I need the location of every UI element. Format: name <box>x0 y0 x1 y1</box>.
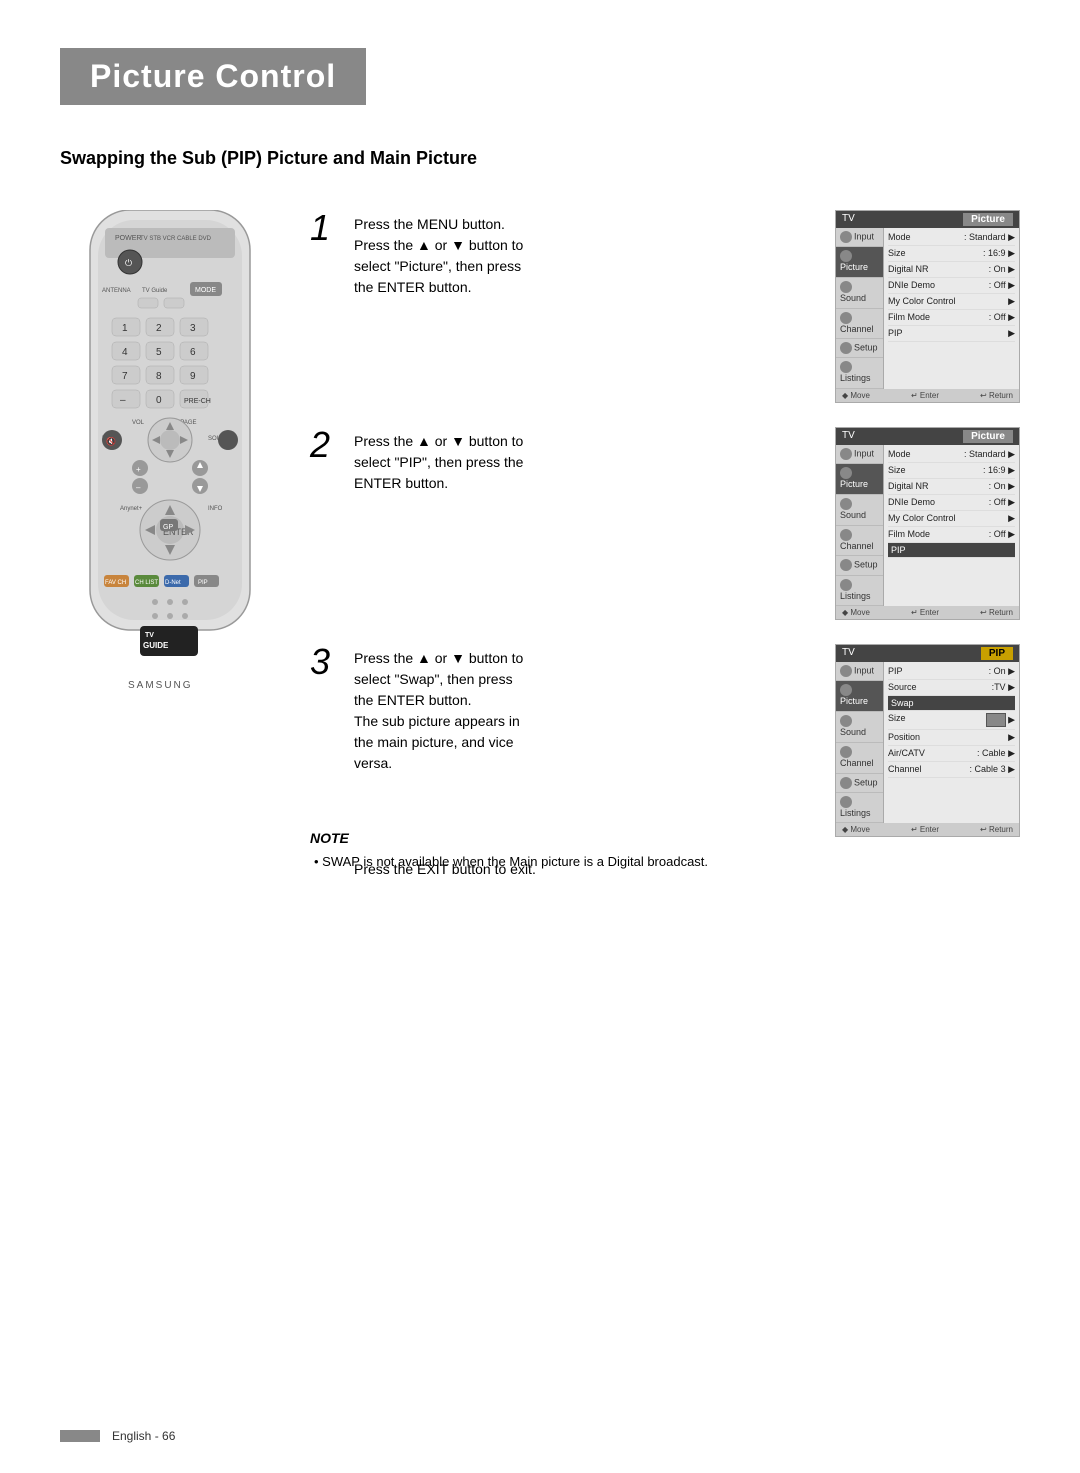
sidebar-setup-3: Setup <box>836 774 883 793</box>
tv-footer-2: ◆ Move↵ Enter↩ Return <box>836 606 1019 619</box>
subtitle: Swapping the Sub (PIP) Picture and Main … <box>60 148 477 169</box>
step-3: 3 Press the ▲ or ▼ button to select "Swa… <box>310 644 1020 837</box>
tv-label-3: TV <box>842 647 855 660</box>
svg-text:VOL: VOL <box>132 420 145 426</box>
page-header: Picture Control <box>60 48 1020 105</box>
svg-text:7: 7 <box>122 371 128 382</box>
sidebar-input-3: Input <box>836 662 883 681</box>
step-1-screen: TV Picture Input Picture Sound Channel S… <box>835 210 1020 403</box>
note-text: SWAP is not available when the Main pict… <box>310 852 1020 872</box>
svg-text:⏻: ⏻ <box>125 258 132 268</box>
sidebar-picture: Picture <box>836 247 883 278</box>
svg-text:5: 5 <box>156 347 162 358</box>
screen-title-3: PIP <box>981 647 1013 660</box>
footer-bar <box>60 1430 100 1442</box>
sidebar-setup-1: Setup <box>836 339 883 358</box>
svg-text:8: 8 <box>156 371 162 382</box>
sidebar-channel-3: Channel <box>836 743 883 774</box>
sidebar-input: Input <box>836 228 883 247</box>
svg-text:POWER: POWER <box>115 235 141 242</box>
tv-label-1: TV <box>842 213 855 226</box>
note-section: NOTE SWAP is not available when the Main… <box>310 830 1020 872</box>
note-title: NOTE <box>310 830 1020 846</box>
svg-text:Anynet+: Anynet+ <box>120 506 143 512</box>
svg-text:GP: GP <box>163 524 173 531</box>
sidebar-listings-2: Listings <box>836 576 883 607</box>
svg-text:TV: TV <box>145 632 154 639</box>
svg-text:INFO: INFO <box>208 506 223 512</box>
footer-text: English - 66 <box>112 1429 175 1443</box>
svg-text:1: 1 <box>122 323 128 334</box>
tv-footer-1: ◆ Move↵ Enter↩ Return <box>836 389 1019 402</box>
step-2-text: Press the ▲ or ▼ button to select "PIP",… <box>354 427 819 494</box>
step-1-number: 1 <box>310 210 338 246</box>
tv-content-2: Mode: Standard ▶ Size: 16:9 ▶ Digital NR… <box>884 445 1019 606</box>
sidebar-input-2: Input <box>836 445 883 464</box>
svg-text:SAMSUNG: SAMSUNG <box>128 680 193 691</box>
sidebar-sound-3: Sound <box>836 712 883 743</box>
svg-text:ANTENNA: ANTENNA <box>102 288 131 294</box>
svg-text:–: – <box>120 395 126 406</box>
tv-sidebar-3: Input Picture Sound Channel Setup Listin… <box>836 662 884 823</box>
svg-text:PRE-CH: PRE-CH <box>184 398 211 405</box>
sidebar-picture-2: Picture <box>836 464 883 495</box>
remote-control: POWER TV STB VCR CABLE DVD ⏻ ANTENNA TV … <box>60 210 300 730</box>
svg-text:4: 4 <box>122 347 128 358</box>
screen-title-2: Picture <box>963 430 1013 443</box>
svg-text:0: 0 <box>156 395 162 406</box>
svg-text:TV Guide: TV Guide <box>142 288 168 294</box>
sidebar-sound-1: Sound <box>836 278 883 309</box>
step-3-screen: TV PIP Input Picture Sound Channel Setup… <box>835 644 1020 837</box>
sidebar-sound-2: Sound <box>836 495 883 526</box>
steps-area: 1 Press the MENU button. Press the ▲ or … <box>310 210 1020 877</box>
title-box: Picture Control <box>60 48 366 105</box>
sidebar-listings-1: Listings <box>836 358 883 389</box>
svg-text:3: 3 <box>190 323 196 334</box>
sidebar-picture-3: Picture <box>836 681 883 712</box>
svg-text:FAV CH: FAV CH <box>105 580 126 586</box>
svg-text:+: + <box>136 465 141 474</box>
svg-text:D-Net: D-Net <box>165 580 181 586</box>
tv-label-2: TV <box>842 430 855 443</box>
sidebar-setup-2: Setup <box>836 556 883 575</box>
svg-text:2: 2 <box>156 323 162 334</box>
svg-text:9: 9 <box>190 371 196 382</box>
svg-text:TV STB VCR CABLE DVD: TV STB VCR CABLE DVD <box>140 236 212 242</box>
tv-sidebar-1: Input Picture Sound Channel Setup Listin… <box>836 228 884 389</box>
svg-text:6: 6 <box>190 347 196 358</box>
svg-text:PIP: PIP <box>198 580 208 586</box>
step-3-number: 3 <box>310 644 338 680</box>
step-1-text: Press the MENU button. Press the ▲ or ▼ … <box>354 210 819 298</box>
svg-text:🔇: 🔇 <box>106 436 116 446</box>
tv-content-1: Mode: Standard ▶ Size: 16:9 ▶ Digital NR… <box>884 228 1019 389</box>
page-title: Picture Control <box>90 58 336 95</box>
screen-title-1: Picture <box>963 213 1013 226</box>
svg-text:MODE: MODE <box>195 287 216 294</box>
step-1: 1 Press the MENU button. Press the ▲ or … <box>310 210 1020 403</box>
step-2: 2 Press the ▲ or ▼ button to select "PIP… <box>310 427 1020 620</box>
svg-text:GUIDE: GUIDE <box>143 641 169 650</box>
sidebar-channel-2: Channel <box>836 526 883 557</box>
tv-sidebar-2: Input Picture Sound Channel Setup Listin… <box>836 445 884 606</box>
step-3-text: Press the ▲ or ▼ button to select "Swap"… <box>354 644 819 774</box>
svg-text:CH LIST: CH LIST <box>135 580 158 586</box>
sidebar-channel-1: Channel <box>836 309 883 340</box>
page-footer: English - 66 <box>60 1429 1020 1443</box>
step-2-screen: TV Picture Input Picture Sound Channel S… <box>835 427 1020 620</box>
svg-text:–: – <box>136 483 141 492</box>
tv-content-3: PIP: On ▶ Source:TV ▶ Swap Size ▶ Positi… <box>884 662 1019 823</box>
step-2-number: 2 <box>310 427 338 463</box>
sidebar-listings-3: Listings <box>836 793 883 824</box>
